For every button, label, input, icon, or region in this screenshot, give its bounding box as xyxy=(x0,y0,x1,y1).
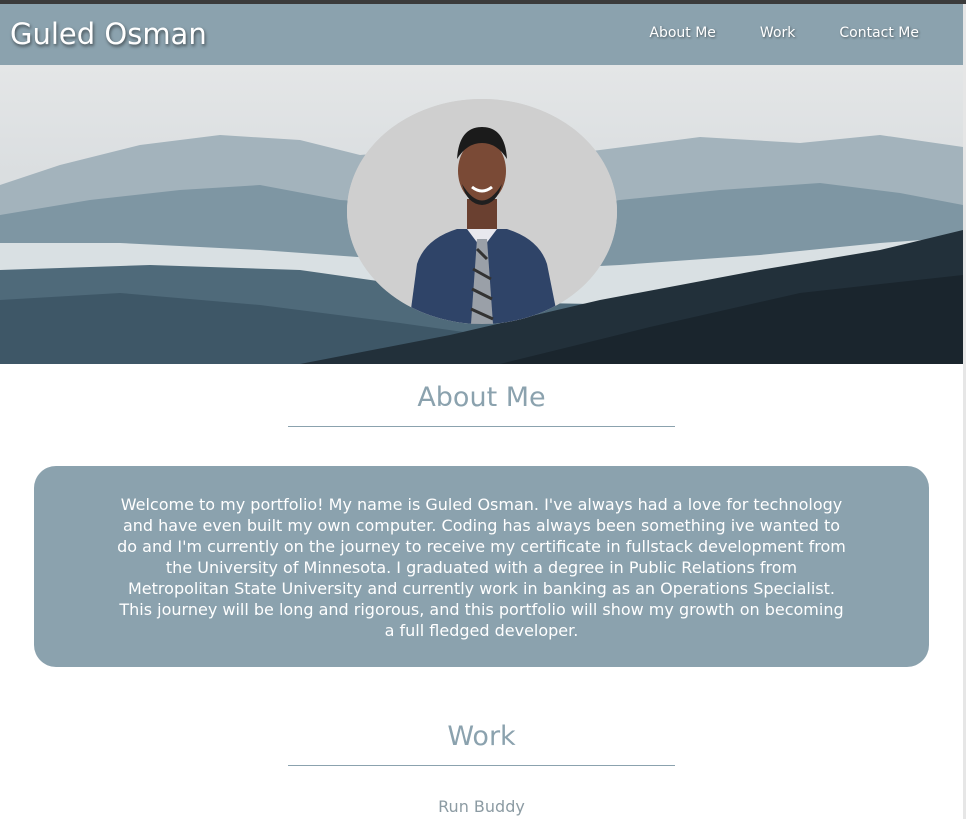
profile-photo xyxy=(347,99,617,324)
hero-banner xyxy=(0,65,963,364)
project-title-run-buddy[interactable]: Run Buddy xyxy=(288,797,675,816)
nav-link-about-me[interactable]: About Me xyxy=(649,25,716,41)
about-me-card: Welcome to my portfolio! My name is Gule… xyxy=(34,466,929,667)
about-me-text: Welcome to my portfolio! My name is Gule… xyxy=(117,495,846,640)
work-heading: Work xyxy=(288,721,675,766)
main-nav: About Me Work Contact Me xyxy=(605,25,919,41)
portrait-image xyxy=(347,99,617,324)
site-title[interactable]: Guled Osman xyxy=(10,17,207,51)
about-me-heading: About Me xyxy=(288,382,675,427)
nav-link-contact-me[interactable]: Contact Me xyxy=(839,25,919,41)
site-header: Guled Osman About Me Work Contact Me xyxy=(0,4,963,65)
nav-link-work[interactable]: Work xyxy=(760,25,795,41)
